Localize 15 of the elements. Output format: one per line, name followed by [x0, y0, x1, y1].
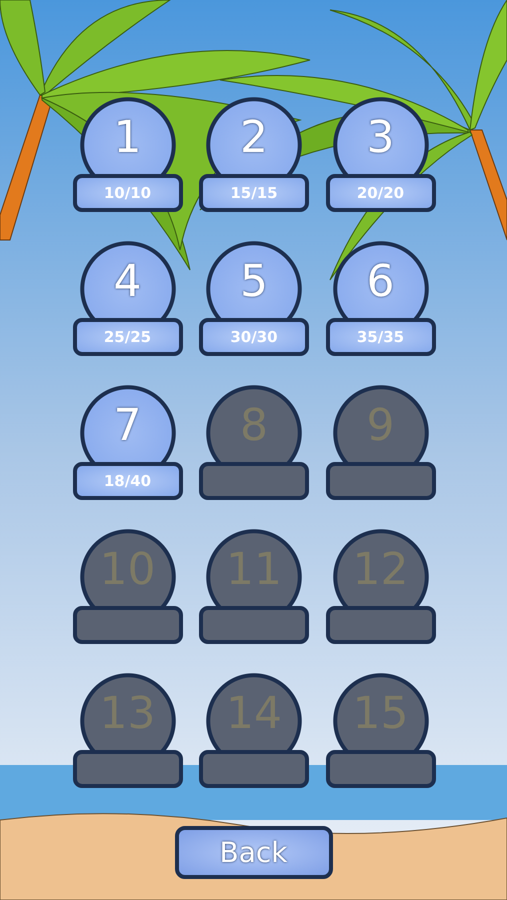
score-label: 30/30 [199, 318, 309, 356]
level-button[interactable]: 3 [332, 97, 428, 174]
score-label: 18/40 [72, 462, 182, 500]
back-button[interactable]: Back [174, 826, 332, 879]
level-button[interactable]: 5 [206, 241, 302, 318]
score-label: 20/20 [326, 174, 436, 212]
level-button[interactable]: 1 [80, 97, 176, 174]
score-label: 25/25 [72, 318, 182, 356]
level-button[interactable]: 6 [332, 241, 428, 318]
score-label: 15/15 [199, 174, 309, 212]
score-label: 35/35 [326, 318, 436, 356]
level-button[interactable]: 2 [206, 97, 302, 174]
level-button[interactable]: 7 [80, 385, 176, 462]
level-button[interactable]: 4 [80, 241, 176, 318]
score-label: 10/10 [72, 174, 182, 212]
